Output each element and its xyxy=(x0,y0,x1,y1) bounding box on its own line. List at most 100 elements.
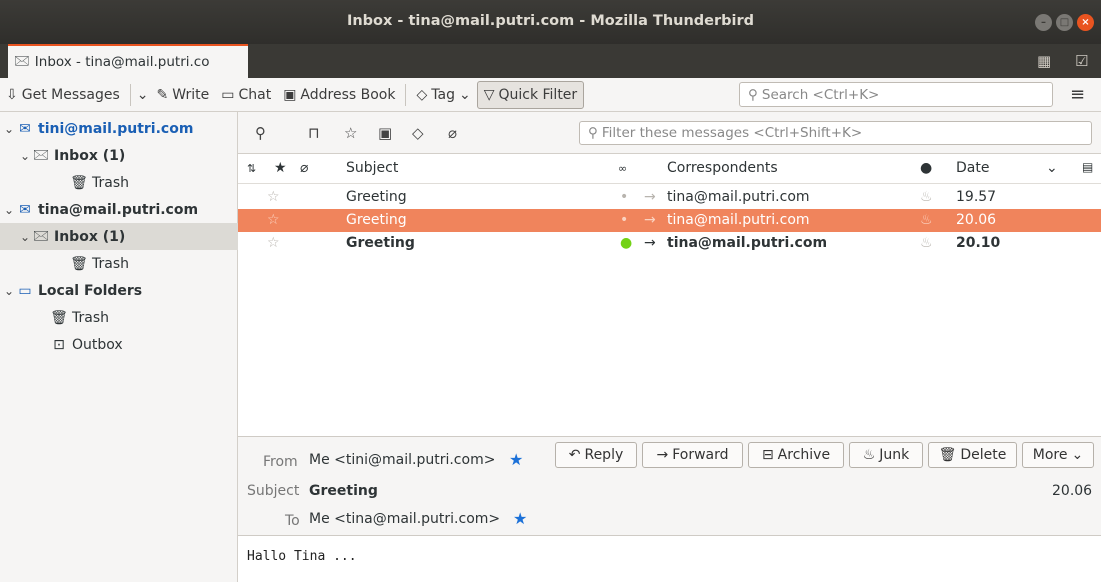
write-label: Write xyxy=(172,86,210,103)
chevron-down-icon[interactable]: ⌄ xyxy=(2,203,16,217)
filter-messages-input[interactable]: ⚲ Filter these messages <Ctrl+Shift+K> xyxy=(579,121,1092,145)
archive-button[interactable]: ⊟ Archive xyxy=(748,442,844,468)
message-correspondent: tina@mail.putri.com xyxy=(667,212,810,228)
starred-filter-icon[interactable]: ☆ xyxy=(344,124,357,142)
search-input[interactable]: ⚲ Search <Ctrl+K> xyxy=(739,82,1053,107)
tasks-icon[interactable]: ☑ xyxy=(1075,52,1088,70)
calendar-icon[interactable]: ▦ xyxy=(1037,52,1051,70)
star-icon[interactable]: ☆ xyxy=(267,235,280,251)
chevron-down-icon[interactable]: ⌄ xyxy=(2,122,16,136)
subject-column-header[interactable]: Subject xyxy=(346,160,398,176)
message-correspondent: tina@mail.putri.com xyxy=(667,189,810,205)
message-correspondent: tina@mail.putri.com xyxy=(667,235,828,251)
folder-inbox-tini[interactable]: ⌄ 🖂 Inbox (1) xyxy=(0,142,238,169)
junk-icon[interactable]: ♨ xyxy=(920,189,933,205)
attachment-filter-icon[interactable]: ⌀ xyxy=(448,124,457,142)
chevron-down-icon: ⌄ xyxy=(136,86,149,103)
attachment-column-icon[interactable]: ⌀ xyxy=(300,160,308,176)
message-row[interactable]: ☆ Greeting • → tina@mail.putri.com ♨ 19.… xyxy=(238,186,1101,209)
write-button[interactable]: ✎ Write xyxy=(151,81,216,109)
search-icon: ⚲ xyxy=(588,125,598,141)
delete-button[interactable]: 🗑 Delete xyxy=(928,442,1017,468)
message-subject: Greeting xyxy=(346,235,415,251)
maximize-button[interactable]: □ xyxy=(1056,14,1073,31)
chevron-down-icon[interactable]: ⌄ xyxy=(1046,160,1058,176)
read-status-dot[interactable]: • xyxy=(620,212,628,228)
star-icon[interactable]: ☆ xyxy=(267,212,280,228)
chevron-down-icon[interactable]: ⌄ xyxy=(2,284,16,298)
folder-local-folders[interactable]: ⌄ ▭ Local Folders xyxy=(0,277,238,304)
message-row-unread[interactable]: ☆ Greeting ● → tina@mail.putri.com ♨ 20.… xyxy=(238,232,1101,255)
junk-column-icon[interactable]: ● xyxy=(920,160,932,176)
folder-label: Inbox (1) xyxy=(54,147,126,164)
star-icon[interactable]: ★ xyxy=(509,450,523,469)
star-column-icon[interactable]: ★ xyxy=(274,160,287,176)
trash-icon: 🗑 xyxy=(938,447,957,463)
reply-button[interactable]: ↶ Reply xyxy=(555,442,637,468)
get-messages-button[interactable]: ⇩ Get Messages xyxy=(0,81,126,109)
chevron-down-icon[interactable]: ⌄ xyxy=(18,230,32,244)
hamburger-menu-icon[interactable]: ≡ xyxy=(1070,84,1085,105)
folder-account-tina[interactable]: ⌄ ✉ tina@mail.putri.com xyxy=(0,196,238,223)
trash-icon: 🗑 xyxy=(50,309,68,326)
outbox-icon: ⊡ xyxy=(53,336,65,353)
tab-inbox[interactable]: 🖂 Inbox - tina@mail.putri.co xyxy=(8,44,248,78)
forward-icon: → xyxy=(656,447,669,463)
junk-button[interactable]: ♨ Junk xyxy=(849,442,923,468)
junk-icon[interactable]: ♨ xyxy=(920,212,933,228)
to-label: To xyxy=(285,513,300,529)
filter-placeholder: Filter these messages <Ctrl+Shift+K> xyxy=(601,125,863,141)
forward-button[interactable]: → Forward xyxy=(642,442,743,468)
close-button[interactable]: × xyxy=(1077,14,1094,31)
message-row-selected[interactable]: ☆ Greeting • → tina@mail.putri.com ♨ 20.… xyxy=(238,209,1101,232)
get-messages-dropdown[interactable]: ⌄ xyxy=(135,81,151,109)
folder-outbox[interactable]: ⊡ Outbox xyxy=(0,331,238,358)
tag-filter-icon[interactable]: ◇ xyxy=(412,124,424,142)
sticky-pin-icon[interactable]: ⚲ xyxy=(255,124,266,142)
folder-trash-tina[interactable]: 🗑 Trash xyxy=(0,250,238,277)
message-header-pane: From Me <tini@mail.putri.com> ★ ↶ Reply … xyxy=(238,436,1101,536)
folder-inbox-tina[interactable]: ⌄ 🖂 Inbox (1) xyxy=(0,223,238,250)
thread-column-icon[interactable]: ⇅ xyxy=(247,162,256,175)
from-value[interactable]: Me <tini@mail.putri.com> xyxy=(309,452,495,468)
folder-account-tini[interactable]: ⌄ ✉ tini@mail.putri.com xyxy=(0,115,238,142)
correspondents-column-header[interactable]: Correspondents xyxy=(667,160,778,176)
folder-label: Local Folders xyxy=(38,282,143,299)
contact-filter-icon[interactable]: ▣ xyxy=(378,124,392,142)
folder-trash-local[interactable]: 🗑 Trash xyxy=(0,304,238,331)
to-value[interactable]: Me <tina@mail.putri.com> xyxy=(309,511,500,527)
read-status-column-icon[interactable]: ∞ xyxy=(618,162,627,175)
search-placeholder: Search <Ctrl+K> xyxy=(761,86,880,103)
mail-account-icon: ✉ xyxy=(19,120,31,137)
junk-icon: ♨ xyxy=(862,447,876,463)
junk-icon[interactable]: ♨ xyxy=(920,235,933,251)
tag-button[interactable]: ◇ Tag ⌄ xyxy=(410,81,476,109)
folder-trash-tini[interactable]: 🗑 Trash xyxy=(0,169,238,196)
arrow-right-icon: → xyxy=(644,189,656,205)
tag-icon: ◇ xyxy=(416,86,428,103)
unread-filter-icon[interactable]: ⊓ xyxy=(308,124,320,142)
header-date: 20.06 xyxy=(1052,483,1093,499)
get-messages-label: Get Messages xyxy=(21,86,120,103)
date-column-header[interactable]: Date xyxy=(956,160,989,176)
pencil-icon: ✎ xyxy=(156,86,169,103)
folder-pane: ⌄ ✉ tini@mail.putri.com ⌄ 🖂 Inbox (1) 🗑 … xyxy=(0,112,238,582)
quick-filter-button[interactable]: ▽ Quick Filter xyxy=(476,80,585,109)
more-button[interactable]: More ⌄ xyxy=(1022,442,1094,468)
chevron-down-icon: ⌄ xyxy=(458,86,471,103)
address-book-button[interactable]: ▣ Address Book xyxy=(277,81,401,109)
main-toolbar: ⇩ Get Messages ⌄ ✎ Write ▭ Chat ▣ Addres… xyxy=(0,78,1101,112)
chat-button[interactable]: ▭ Chat xyxy=(215,81,277,109)
read-status-dot[interactable]: • xyxy=(620,189,628,205)
star-icon[interactable]: ★ xyxy=(513,509,527,528)
column-header: ⇅ ★ ⌀ Subject ∞ Correspondents ● Date ⌄ … xyxy=(238,154,1101,184)
minimize-button[interactable]: – xyxy=(1035,14,1052,31)
chevron-down-icon[interactable]: ⌄ xyxy=(18,149,32,163)
column-picker-icon[interactable]: ▤ xyxy=(1082,160,1093,174)
star-icon[interactable]: ☆ xyxy=(267,189,280,205)
archive-icon: ⊟ xyxy=(761,447,774,463)
unread-status-dot[interactable]: ● xyxy=(620,235,632,251)
inbox-icon: 🖂 xyxy=(32,146,50,163)
title-bar: Inbox - tina@mail.putri.com - Mozilla Th… xyxy=(0,0,1101,44)
message-subject: Greeting xyxy=(346,189,407,205)
